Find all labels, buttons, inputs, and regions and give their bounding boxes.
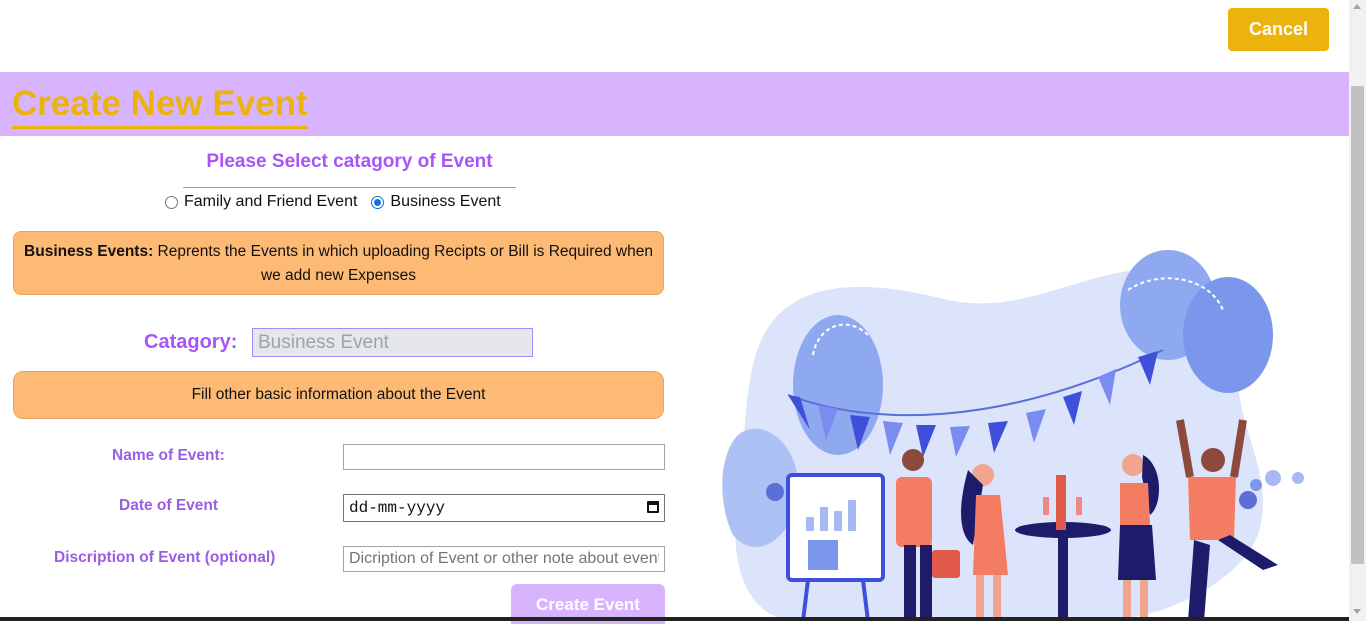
category-label: Catagory: [144,331,238,353]
radio-business[interactable] [371,195,385,209]
radio-business-label[interactable]: Business Event [390,193,500,211]
description-input[interactable] [343,546,665,572]
scroll-down-icon[interactable] [1353,609,1361,614]
name-of-event-input[interactable] [343,444,665,470]
party-illustration [722,250,1304,621]
date-of-event-label: Date of Event [119,497,219,514]
scrollbar-thumb[interactable] [1351,86,1364,564]
category-radio-group: Family and Friend Event Business Event [163,192,513,212]
radio-family-friend[interactable] [165,195,178,209]
scroll-up-icon[interactable] [1353,4,1361,9]
radio-family-friend-label[interactable]: Family and Friend Event [184,193,357,211]
cancel-button[interactable]: Cancel [1228,8,1329,51]
description-label: Discription of Event (optional) [54,549,276,566]
calendar-icon[interactable] [647,501,659,513]
category-field [252,328,533,357]
bottom-edge [0,617,1349,621]
fill-info-box: Fill other basic information about the E… [13,371,664,419]
info-text: Reprents the Events in which uploading R… [153,243,653,284]
top-bar [0,0,1349,72]
name-of-event-label: Name of Event: [112,447,225,464]
category-select-heading: Please Select catagory of Event [183,150,516,188]
page-title: Create New Event [12,82,308,129]
info-bold-text: Business Events: [24,243,154,260]
business-info-box: Business Events: Reprents the Events in … [13,231,664,295]
date-of-event-input[interactable] [343,494,665,522]
